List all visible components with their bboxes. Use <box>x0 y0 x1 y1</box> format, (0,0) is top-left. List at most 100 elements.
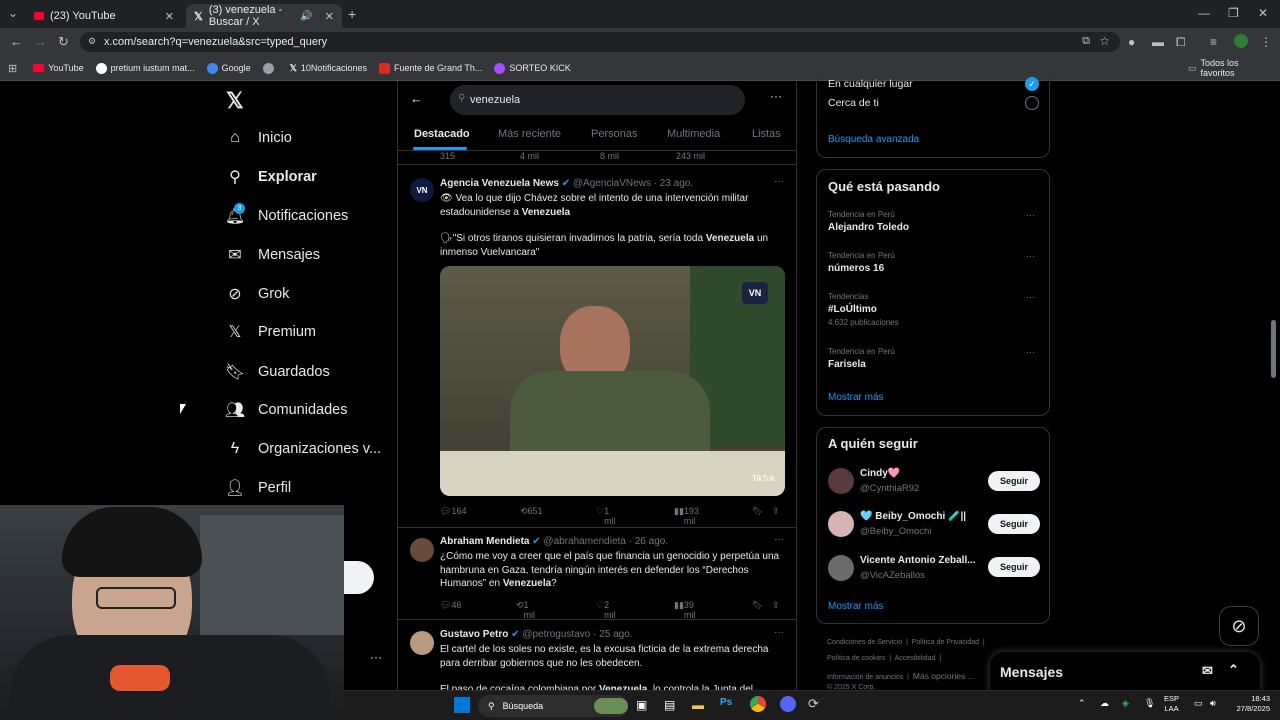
show-more-follow[interactable]: Mostrar más <box>828 601 884 612</box>
sidebar-item-organizaciones[interactable]: ϟ Organizaciones v... <box>226 437 381 461</box>
like-button[interactable]: ♡ 2 mil <box>596 600 616 620</box>
microphone-icon[interactable]: 🎙︎ <box>1144 698 1155 709</box>
trend-more-icon[interactable]: ··· <box>1026 292 1035 302</box>
photoshop-icon[interactable]: Ps <box>720 697 732 708</box>
bookmark-icon[interactable]: 🔖︎ <box>752 506 763 517</box>
footer-link[interactable]: Más opciones ... <box>913 671 975 681</box>
search-input[interactable]: ⚲ venezuela <box>450 85 745 115</box>
sidebar-item-notificaciones[interactable]: 🔔︎ 3 Notificaciones <box>225 203 348 228</box>
views-button[interactable]: ▮▮ 39 mil <box>674 600 695 620</box>
bookmark-icon[interactable]: 🔖︎ <box>752 600 763 611</box>
reply-button[interactable]: 💬︎ 46 <box>440 600 461 611</box>
language-indicator[interactable]: ESP LAA <box>1164 694 1179 714</box>
post-date[interactable]: 25 ago. <box>599 629 632 640</box>
suggested-name[interactable]: 🩵 Beiby_Omochi 🧪|| <box>860 511 966 522</box>
forward-icon[interactable]: → <box>34 34 47 49</box>
more-options-icon[interactable]: ··· <box>770 89 782 103</box>
tab-destacado[interactable]: Destacado <box>414 128 470 140</box>
speaker-icon[interactable]: 🔊 <box>300 11 312 22</box>
speaker-icon[interactable]: 🔊︎ <box>1210 698 1216 709</box>
taskbar-app-icon[interactable]: ▤ <box>664 698 675 712</box>
wallet-icon[interactable]: ▬ <box>1152 35 1164 49</box>
tab-x-search[interactable]: 𝕏 (3) venezuela - Buscar / X 🔊 ✕ <box>186 4 342 28</box>
views-button[interactable]: ▮▮ 193 mil <box>674 506 699 526</box>
bookmark-youtube[interactable]: YouTube <box>33 63 84 73</box>
sidebar-item-perfil[interactable]: 👤︎ Perfil <box>225 476 291 500</box>
taskbar-app-icon[interactable]: ⟳ <box>808 696 819 712</box>
share-icon[interactable]: ⇪ <box>772 506 780 517</box>
footer-link[interactable]: Información de anuncios <box>827 674 903 681</box>
suggested-name[interactable]: Cindy🩷 <box>860 468 900 479</box>
reply-button[interactable]: 💬︎ 164 <box>440 506 466 517</box>
tab-personas[interactable]: Personas <box>591 128 637 140</box>
cloud-icon[interactable]: ☁ <box>1100 698 1109 709</box>
repost-button[interactable]: ⟲ 651 <box>520 506 543 517</box>
post-abraham-mendieta[interactable]: Abraham Mendieta ✔ @abrahamendieta · 26 … <box>398 528 796 620</box>
author-name[interactable]: Gustavo Petro <box>440 629 508 640</box>
star-icon[interactable]: ☆ <box>1099 34 1110 48</box>
trend-more-icon[interactable]: ··· <box>1026 251 1035 261</box>
tab-mas-reciente[interactable]: Más reciente <box>498 128 561 140</box>
minimize-icon[interactable]: — <box>1198 6 1210 20</box>
avatar[interactable] <box>410 631 434 655</box>
tab-multimedia[interactable]: Multimedia <box>667 128 720 140</box>
task-view-icon[interactable]: ▣ <box>636 698 647 712</box>
monitor-icon[interactable]: ▭ <box>1194 698 1203 709</box>
tab-search-icon[interactable]: ⌄ <box>8 6 18 20</box>
like-count[interactable]: 8 mil <box>600 151 619 161</box>
avatar[interactable] <box>828 511 854 537</box>
close-window-icon[interactable]: ✕ <box>1258 6 1268 20</box>
trend-more-icon[interactable]: ··· <box>1026 347 1035 357</box>
sidebar-item-mensajes[interactable]: ✉ Mensajes <box>226 243 320 267</box>
back-icon[interactable]: ← <box>10 34 23 49</box>
extension-icon[interactable]: ● <box>1128 35 1135 49</box>
suggested-name[interactable]: Vicente Antonio Zeball... <box>860 555 976 566</box>
menu-icon[interactable]: ⋮ <box>1260 35 1272 49</box>
bookmark-10notificaciones[interactable]: 𝕏 10Notificaciones <box>290 63 367 74</box>
maximize-icon[interactable]: ❐ <box>1228 6 1239 20</box>
bookmark-pretium[interactable]: pretium iustum mat... <box>95 62 195 74</box>
avatar[interactable]: VN <box>410 178 434 202</box>
file-explorer-icon[interactable]: ▬ <box>692 698 704 712</box>
chrome-icon[interactable] <box>750 696 766 712</box>
media-icon[interactable]: ≡ <box>1210 35 1217 49</box>
x-logo-icon[interactable]: 𝕏 <box>226 88 244 114</box>
tray-app-icon[interactable]: ◈ <box>1122 698 1129 709</box>
puzzle-icon[interactable]: ⧠ <box>1176 35 1186 50</box>
post-video[interactable]: VN TikTok <box>440 266 785 496</box>
author-handle[interactable]: @petrogustavo <box>522 629 590 640</box>
profile-avatar-icon[interactable] <box>1234 34 1248 48</box>
reload-icon[interactable]: ↻ <box>58 34 69 50</box>
post-date[interactable]: 23 ago. <box>660 178 693 189</box>
discord-icon[interactable] <box>780 696 796 712</box>
repost-count[interactable]: 4 mil <box>520 151 539 161</box>
back-arrow-icon[interactable]: ← <box>410 91 423 106</box>
footer-link[interactable]: Política de cookies <box>827 655 885 662</box>
post-more-icon[interactable]: ··· <box>774 534 784 545</box>
site-info-icon[interactable]: ⚙ <box>88 36 96 47</box>
follow-button[interactable]: Seguir <box>988 471 1040 491</box>
address-bar[interactable]: ⚙ x.com/search?q=venezuela&src=typed_que… <box>80 32 1120 52</box>
trend-item[interactable]: Tendencias #LoÚltimo 4.632 publicaciones <box>828 292 899 327</box>
avatar[interactable] <box>828 468 854 494</box>
tab-youtube[interactable]: (23) YouTube ✕ <box>26 4 182 28</box>
show-more-trends[interactable]: Mostrar más <box>828 392 884 403</box>
post-more-icon[interactable]: ··· <box>774 627 784 638</box>
close-tab-icon[interactable]: ✕ <box>325 10 334 23</box>
post-agencia-venezuela[interactable]: VN Agencia Venezuela News ✔ @AgenciaVNew… <box>398 166 796 528</box>
avatar[interactable] <box>410 538 434 562</box>
new-tab-icon[interactable]: + <box>348 6 356 22</box>
author-name[interactable]: Abraham Mendieta <box>440 536 529 547</box>
footer-link[interactable]: Política de Privacidad <box>912 639 979 646</box>
trend-item[interactable]: Tendencia en Perú Farisela <box>828 347 895 370</box>
apps-icon[interactable]: ⊞ <box>8 62 17 75</box>
chevron-up-icon[interactable]: ⌃ <box>1078 698 1086 709</box>
post-date[interactable]: 26 ago. <box>635 536 668 547</box>
sidebar-item-guardados[interactable]: 🔖︎ Guardados <box>225 360 330 384</box>
bookmark-grand-th[interactable]: Fuente de Grand Th... <box>378 62 482 74</box>
follow-button[interactable]: Seguir <box>988 557 1040 577</box>
post-more-icon[interactable]: ··· <box>774 176 784 187</box>
author-name[interactable]: Agencia Venezuela News <box>440 178 559 189</box>
trend-more-icon[interactable]: ··· <box>1026 210 1035 220</box>
footer-link[interactable]: Condiciones de Servicio <box>827 639 902 646</box>
